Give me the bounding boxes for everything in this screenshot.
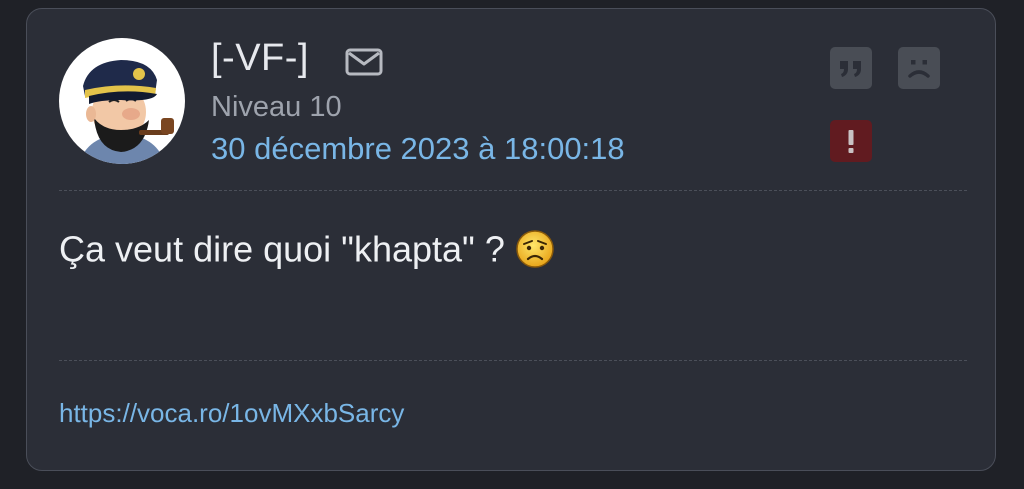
confused-emoji-icon — [516, 230, 554, 269]
exclamation-icon — [848, 130, 854, 153]
quote-button[interactable] — [830, 47, 872, 89]
post-card: [-VF-] Niveau 10 30 décembre 2023 à 18:0… — [26, 8, 996, 471]
sad-reaction-button[interactable] — [898, 47, 940, 89]
envelope-icon[interactable] — [345, 47, 383, 77]
signature-divider — [59, 360, 967, 361]
username[interactable]: [-VF-] — [211, 35, 309, 81]
post-message: Ça veut dire quoi "khapta" ? — [59, 225, 555, 271]
post-date-link[interactable]: 30 décembre 2023 à 18:00:18 — [211, 130, 625, 168]
header-divider — [59, 190, 967, 191]
user-level: Niveau 10 — [211, 91, 342, 123]
sad-face-icon — [908, 60, 930, 78]
report-button[interactable] — [830, 120, 872, 162]
captain-haddock-avatar-icon — [79, 60, 174, 164]
quote-icon — [840, 61, 861, 77]
post-message-text: Ça veut dire quoi "khapta" ? — [59, 228, 505, 270]
user-avatar[interactable] — [59, 38, 185, 164]
signature-link[interactable]: https://voca.ro/1ovMXxbSarcy — [59, 397, 404, 429]
